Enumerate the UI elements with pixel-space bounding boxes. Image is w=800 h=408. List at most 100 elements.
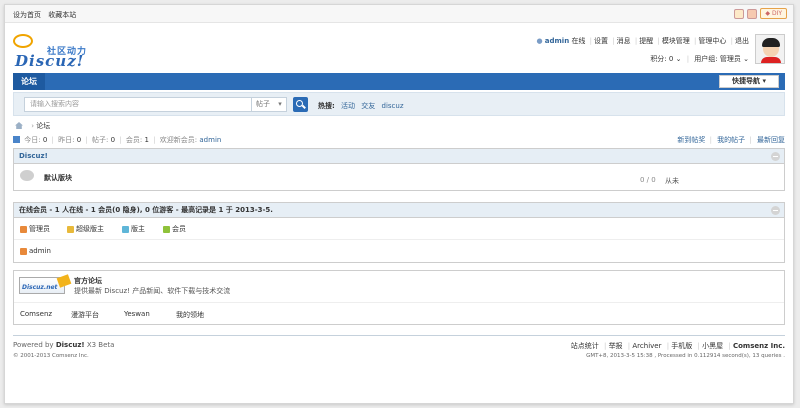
yesterday-label: 昨日: <box>58 136 75 144</box>
hot-term-link[interactable]: 活动 <box>341 102 355 110</box>
search-button[interactable] <box>293 97 308 112</box>
credits-link[interactable]: 积分: 0 ⌄ <box>650 55 681 63</box>
bookmark-link[interactable]: 收藏本站 <box>48 11 76 19</box>
widescreen-icon[interactable] <box>747 8 758 19</box>
home-icon[interactable] <box>15 122 23 129</box>
forum-row: 默认版块 0 / 0 从未 <box>14 164 784 190</box>
footer-link-report[interactable]: 举报 <box>609 342 623 350</box>
footer-link-mobile[interactable]: 手机版 <box>671 342 692 350</box>
breadcrumb-separator: › <box>31 122 35 130</box>
hot-term-link[interactable]: 交友 <box>361 102 375 110</box>
powered-version: X3 Beta <box>86 341 115 349</box>
search-type-label: 帖子 <box>256 100 270 108</box>
hot-search-label: 热搜: <box>318 102 335 110</box>
avatar[interactable] <box>755 34 785 64</box>
breadcrumb-current[interactable]: 论坛 <box>36 122 50 130</box>
logo-bubble-icon <box>13 34 33 48</box>
set-home-link[interactable]: 设为首页 <box>13 11 41 19</box>
username-link[interactable]: admin <box>545 37 569 45</box>
new-thread-link[interactable]: 新到帖奖 <box>677 136 705 144</box>
quick-nav-label: 快捷导航 <box>732 77 761 85</box>
caret-down-icon: ▾ <box>762 77 766 85</box>
friend-link-manyou[interactable]: 漫游平台 <box>71 310 99 320</box>
yesterday-value: 0 <box>76 136 82 144</box>
settings-link[interactable]: 设置 <box>594 37 608 45</box>
nav-tab-forum[interactable]: 论坛 <box>13 73 45 90</box>
messages-link[interactable]: 消息 <box>617 37 631 45</box>
official-logo-text: Discuz.net <box>22 284 58 291</box>
notifications-link[interactable]: 提醒 <box>639 37 653 45</box>
members-label: 会员: <box>125 136 143 144</box>
friend-link-mydomain[interactable]: 我的领地 <box>176 310 204 320</box>
legend-member: 会员 <box>163 224 186 234</box>
powered-by: Powered by Discuz! X3 Beta <box>13 341 114 349</box>
official-desc: 提供最新 Discuz! 产品新闻、软件下载与技术交流 <box>74 287 231 295</box>
collapse-icon[interactable] <box>771 206 780 215</box>
page: 设为首页 收藏本站 ◆ DIY 社区动力 Discuz! ● admin 在线 … <box>4 4 794 404</box>
usergroup-label: 用户组: 管理员 <box>694 55 741 63</box>
category-block: Discuz! 默认版块 0 / 0 从未 <box>13 148 785 191</box>
user-icon: ● <box>536 37 543 45</box>
latest-replies-link[interactable]: 最新回复 <box>757 136 785 144</box>
diy-button[interactable]: ◆ DIY <box>760 8 787 19</box>
diy-label: DIY <box>771 10 782 17</box>
footer-divider <box>13 335 785 336</box>
forum-name-link[interactable]: 默认版块 <box>44 173 72 183</box>
footer-processing: GMT+8, 2013-3-5 15:38 , Processed in 0.1… <box>586 353 785 359</box>
logout-link[interactable]: 退出 <box>735 37 749 45</box>
online-user-link[interactable]: admin <box>29 247 51 255</box>
super-mod-user-icon <box>67 225 74 233</box>
search-bar: 请输入搜索内容 帖子 ▾ 热搜: 活动 交友 discuz <box>13 92 785 116</box>
powered-product-link[interactable]: Discuz! <box>56 341 85 349</box>
friend-link-comsenz[interactable]: Comsenz <box>20 310 52 318</box>
footer-link-blackroom[interactable]: 小黑屋 <box>702 342 723 350</box>
chevron-down-icon: ⌄ <box>743 55 749 63</box>
usergroup-link[interactable]: 用户组: 管理员 ⌄ <box>694 55 749 63</box>
chevron-down-icon: ⌄ <box>675 55 682 63</box>
admin-center-link[interactable]: 管理中心 <box>698 37 726 45</box>
official-title-link[interactable]: 官方论坛 <box>74 276 102 286</box>
search-input[interactable]: 请输入搜索内容 <box>24 97 252 112</box>
friend-link-yeswan[interactable]: Yeswan <box>124 310 150 318</box>
stat-links: 新到帖奖 | 我的帖子 | 最新回复 <box>677 136 785 144</box>
forum-counts: 0 / 0 <box>640 176 656 184</box>
user-menu: ● admin 在线 | 设置 | 消息 | 提醒 | 模块管理 | 管理中心 | 退出 积… <box>536 37 749 63</box>
collapse-icon[interactable] <box>771 152 780 161</box>
logo-tag-icon <box>56 274 72 288</box>
online-users: admin <box>14 240 784 262</box>
breadcrumb: › 论坛 <box>15 121 50 131</box>
posts-value: 0 <box>110 136 116 144</box>
legend-admin: 管理员 <box>20 224 50 234</box>
logo-text-en: Discuz! <box>15 52 85 70</box>
quick-nav-button[interactable]: 快捷导航 ▾ <box>719 75 779 88</box>
footer-links: 站点统计 | 举报 | Archiver | 手机版 | 小黑屋 | Comse… <box>570 342 785 350</box>
credits-label: 积分: 0 <box>650 55 674 63</box>
online-title[interactable]: 在线会员 - 1 人在线 - 1 会员(0 隐身), 0 位游客 - 最高记录是… <box>19 206 273 214</box>
legend-member-label: 会员 <box>172 225 186 233</box>
official-logo[interactable]: Discuz.net <box>19 274 72 294</box>
module-admin-link[interactable]: 模块管理 <box>662 37 690 45</box>
legend-mod-label: 版主 <box>131 225 145 233</box>
member-user-icon <box>163 225 170 233</box>
legend-super-mod-label: 超级版主 <box>76 225 104 233</box>
search-type-select[interactable]: 帖子 ▾ <box>252 97 287 112</box>
today-label: 今日: <box>24 136 41 144</box>
admin-user-icon <box>20 225 27 233</box>
mod-user-icon <box>122 225 129 233</box>
legend-super-mod: 超级版主 <box>67 224 104 234</box>
newest-member-link[interactable]: admin <box>199 136 221 144</box>
forum-stats: 今日: 0 | 昨日: 0 | 帖子: 0 | 会员: 1 | 欢迎新会员: a… <box>13 135 221 145</box>
my-posts-link[interactable]: 我的帖子 <box>717 136 745 144</box>
site-logo[interactable]: 社区动力 Discuz! <box>13 30 93 70</box>
powered-prefix: Powered by <box>13 341 54 349</box>
forum-icon <box>20 170 34 181</box>
forum-last-post: 从未 <box>665 177 679 185</box>
footer-link-stats[interactable]: 站点统计 <box>571 342 599 350</box>
footer-company-link[interactable]: Comsenz Inc. <box>733 342 785 350</box>
style-switch-icon[interactable] <box>734 8 745 19</box>
members-value: 1 <box>144 136 149 144</box>
category-title[interactable]: Discuz! <box>19 152 48 160</box>
footer-link-archiver[interactable]: Archiver <box>632 342 661 350</box>
hot-term-link[interactable]: discuz <box>382 102 404 110</box>
posts-label: 帖子: <box>92 136 109 144</box>
